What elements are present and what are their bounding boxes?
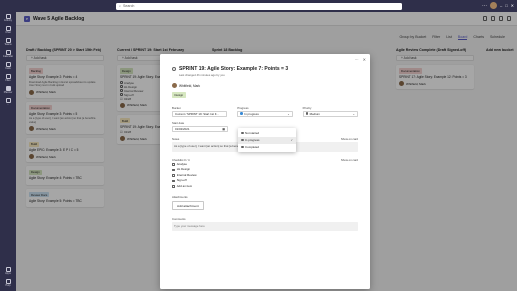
rail-label: Files — [5, 79, 11, 83]
task-details-dialog: ··· ✕ SPRINT 19: Agile Story: Example 7:… — [160, 54, 370, 289]
rail-item-calls[interactable]: Calls — [0, 60, 16, 72]
rail-item-[interactable]: ... — [0, 96, 16, 108]
status-icon — [241, 131, 244, 135]
assignee-name: Whitfield, Mark — [179, 83, 201, 88]
close-icon[interactable]: ✕ — [363, 57, 366, 62]
rail-item-apps[interactable]: Apps — [0, 265, 16, 277]
add-attachment-button[interactable]: Add attachment — [172, 201, 204, 211]
rail-icon — [5, 61, 11, 67]
progress-option-label: Completed — [245, 145, 259, 149]
chevron-down-icon: ⌄ — [287, 111, 290, 116]
plus-icon[interactable] — [172, 185, 175, 188]
minimize-icon[interactable]: – — [500, 3, 502, 8]
in-progress-icon — [240, 112, 243, 115]
calendar-icon[interactable]: ▦ — [222, 127, 225, 131]
start-date-value: 01/02/2021 — [175, 126, 190, 131]
add-checklist-item[interactable]: Add an item — [172, 184, 358, 190]
status-icon — [241, 138, 244, 142]
close-window-icon[interactable]: ✕ — [511, 3, 514, 8]
rail-label: Teams — [4, 43, 12, 47]
checkmark-icon: ✓ — [290, 138, 293, 142]
progress-option[interactable]: Not started — [238, 130, 296, 137]
search-placeholder: Search — [123, 4, 135, 9]
checkbox-icon[interactable] — [172, 163, 175, 166]
attachments-label: Attachments — [172, 195, 188, 200]
progress-option[interactable]: In progress ✓ — [238, 136, 296, 144]
checklist-item-label: Add an item — [176, 183, 193, 188]
bucket-value: Current / SPRINT 19: Start 1st F... — [175, 111, 219, 116]
priority-select[interactable]: Medium ⌄ — [302, 110, 358, 117]
rail-icon — [5, 37, 11, 43]
priority-icon — [305, 112, 309, 115]
rail-label: Planner — [3, 91, 13, 95]
app-rail: Activity Chat Teams Calendar Calls Files Plann… — [0, 12, 16, 291]
rail-item-help[interactable]: Help — [0, 277, 16, 289]
progress-option-label: Not started — [245, 131, 260, 135]
rail-label: Activity — [4, 19, 12, 23]
rail-label: ... — [6, 103, 10, 107]
rail-icon — [5, 73, 11, 79]
rail-icon — [5, 85, 11, 91]
checkbox-icon[interactable] — [172, 174, 175, 177]
rail-label: Calls — [5, 67, 11, 71]
user-avatar[interactable] — [489, 2, 497, 9]
rail-icon — [5, 25, 11, 31]
label-tag[interactable]: Design — [172, 92, 186, 98]
rail-label: Calendar — [2, 55, 14, 59]
status-icon — [241, 145, 244, 149]
progress-option-label: In progress — [245, 138, 260, 142]
more-options-icon[interactable]: ··· — [355, 57, 359, 62]
chevron-down-icon: ⌄ — [352, 111, 355, 116]
priority-label: Priority — [302, 105, 312, 110]
checkbox-icon[interactable] — [172, 179, 175, 183]
more-options-icon[interactable]: ··· — [482, 3, 487, 9]
apps-icon — [5, 266, 11, 272]
maximize-icon[interactable]: □ — [505, 3, 507, 8]
assignee-chip[interactable]: Whitfield, Mark — [172, 83, 358, 88]
rail-icon — [5, 97, 11, 103]
comments-label: Comments — [172, 217, 186, 222]
comment-input[interactable]: Type your message here — [172, 222, 358, 232]
rail-item-chat[interactable]: Chat — [0, 24, 16, 36]
rail-item-planner[interactable]: Planner — [0, 84, 16, 96]
top-bar: ⌕ Search ··· – □ ✕ — [0, 0, 517, 12]
rail-item-teams[interactable]: Teams — [0, 36, 16, 48]
avatar — [172, 83, 177, 88]
complete-task-icon[interactable] — [172, 67, 176, 71]
rail-item-activity[interactable]: Activity — [0, 12, 16, 24]
priority-value: Medium — [309, 111, 320, 116]
show-on-card-toggle[interactable]: Show on card — [341, 137, 358, 141]
rail-item-calendar[interactable]: Calendar — [0, 48, 16, 60]
help-icon — [5, 278, 11, 284]
rail-label: Apps — [5, 272, 11, 276]
rail-item-files[interactable]: Files — [0, 72, 16, 84]
last-changed-text: Last changed 4h minutes ago by you — [179, 73, 225, 77]
progress-value: In progress — [244, 111, 259, 116]
start-date-label: Start date — [172, 120, 185, 125]
checklist: Analyse HL Design Internal Review Sign-off A… — [172, 162, 358, 190]
notes-label: Notes — [172, 136, 180, 141]
show-on-card-checkbox[interactable]: Show on card — [341, 158, 358, 162]
progress-select[interactable]: In progress ⌄ — [237, 110, 293, 117]
search-icon: ⌕ — [119, 4, 122, 9]
progress-option[interactable]: Completed — [238, 144, 296, 151]
bucket-label: Bucket — [172, 105, 181, 110]
progress-label: Progress — [237, 105, 249, 110]
bucket-select[interactable]: Current / SPRINT 19: Start 1st F... — [172, 110, 228, 117]
task-title[interactable]: SPRINT 19: Agile Story: Example 7: Point… — [179, 66, 288, 72]
rail-icon — [5, 13, 11, 19]
rail-icon — [5, 49, 11, 55]
search-box[interactable]: ⌕ Search — [116, 3, 402, 10]
checkbox-icon[interactable] — [172, 168, 175, 172]
rail-label: Help — [5, 284, 11, 288]
start-date-field[interactable]: 01/02/2021 ▦ — [172, 125, 228, 132]
progress-dropdown: Not started In progress ✓ Completed — [238, 128, 296, 152]
rail-label: Chat — [5, 31, 11, 35]
